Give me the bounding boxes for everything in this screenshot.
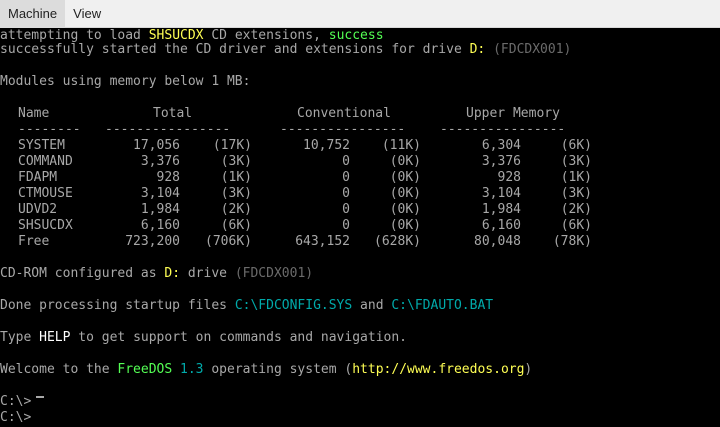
cd-driver-started-line: successfully started the CD driver and e…	[0, 42, 571, 58]
cell-upper-kb: (6K)	[560, 218, 592, 233]
command-prompt: C:\>	[0, 394, 32, 409]
col-header-name: Name	[18, 106, 50, 121]
cell-name: FDAPM	[18, 170, 58, 185]
device-name: (FDCDX001)	[493, 42, 572, 57]
line-text: to get support on commands and navigatio…	[70, 330, 407, 345]
rule-upper-memory: ----------------	[440, 122, 566, 137]
welcome-line: Welcome to the FreeDOS 1.3 operating sys…	[0, 362, 532, 378]
menu-machine[interactable]: Machine	[0, 0, 66, 28]
line-text: )	[524, 362, 533, 377]
line-text: Type	[0, 330, 40, 345]
line-text: drive	[180, 266, 235, 281]
cell-upper-kb: (78K)	[552, 234, 592, 249]
text-cursor	[36, 396, 44, 398]
cell-upper-kb: (6K)	[560, 138, 592, 153]
menu-view[interactable]: View	[65, 0, 109, 28]
line-text: successfully started the CD driver and e…	[0, 42, 470, 57]
rule-total: ----------------	[105, 122, 231, 137]
line-text: and	[352, 298, 392, 313]
cell-name: SYSTEM	[18, 138, 65, 153]
modules-header: Modules using memory below 1 MB:	[0, 74, 251, 89]
os-version: 1.3	[180, 362, 204, 377]
col-header-total: Total	[153, 106, 193, 121]
cell-upper-kb: (3K)	[560, 186, 592, 201]
os-name: FreeDOS	[117, 362, 173, 377]
config-file-path: C:\FDCONFIG.SYS	[234, 298, 353, 313]
startup-files-line: Done processing startup files C:\FDCONFI…	[0, 298, 493, 314]
rule-name: --------	[18, 122, 81, 137]
driver-name: SHSUCDX	[148, 28, 204, 43]
device-name: (FDCDX001)	[234, 266, 314, 281]
line-text: Welcome to the	[0, 362, 118, 377]
cell-upper-kb: (2K)	[560, 202, 592, 217]
cell-upper-kb: (1K)	[560, 170, 592, 185]
line-text: attempting to load	[0, 28, 149, 43]
dos-terminal[interactable]: attempting to load SHSUCDX CD extensions…	[0, 28, 720, 427]
line-text: Done processing startup files	[0, 298, 235, 313]
line-text: CD extensions,	[203, 28, 329, 43]
command-prompt-active[interactable]: C:\>	[0, 410, 31, 426]
drive-letter: D:	[164, 266, 181, 281]
autoexec-file-path: C:\FDAUTO.BAT	[391, 298, 494, 313]
freedos-url: http://www.freedos.org	[352, 362, 525, 377]
cell-name: Free	[18, 234, 50, 249]
rule-conventional: ----------------	[280, 122, 406, 137]
col-header-upper-memory: Upper Memory	[466, 106, 560, 121]
line-text: operating system (	[203, 362, 353, 377]
cell-name: UDVD2	[18, 202, 58, 217]
col-header-conventional: Conventional	[297, 106, 391, 121]
help-command: HELP	[39, 330, 71, 345]
help-line: Type HELP to get support on commands and…	[0, 330, 407, 346]
line-text: CD-ROM configured as	[0, 266, 165, 281]
drive-letter: D:	[469, 42, 486, 57]
cell-upper-kb: (3K)	[560, 154, 592, 169]
cdrom-configured-line: CD-ROM configured as D: drive (FDCDX001)	[0, 266, 313, 282]
menubar: Machine View	[0, 0, 720, 28]
success-status: success	[328, 28, 384, 43]
